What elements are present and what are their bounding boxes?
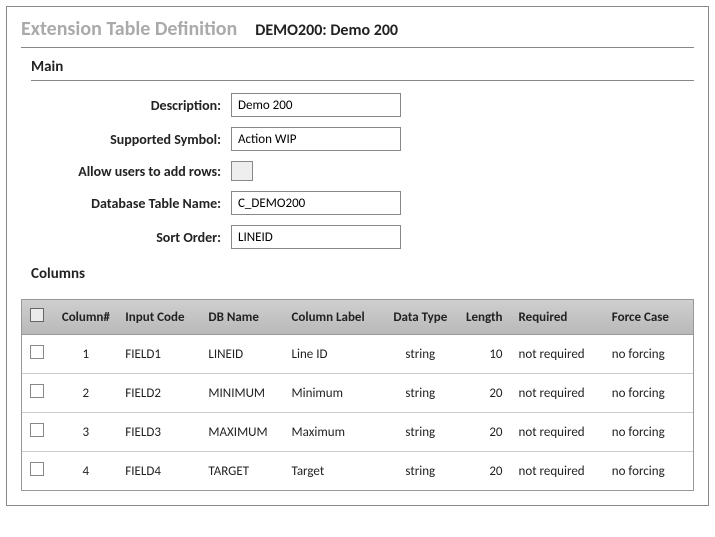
cell-required: not required [513, 335, 606, 374]
cell-column-label: Minimum [286, 374, 383, 413]
cell-length: 20 [458, 413, 513, 452]
col-header-input-code[interactable]: Input Code [119, 300, 202, 335]
page-title: Extension Table Definition [21, 17, 237, 41]
table-row[interactable]: 1FIELD1LINEIDLine IDstring10not required… [22, 335, 693, 374]
cell-db-name: MINIMUM [202, 374, 285, 413]
cell-data-type: string [383, 452, 458, 491]
cell-force-case: no forcing [606, 413, 693, 452]
cell-db-name: TARGET [202, 452, 285, 491]
supported-symbol-input[interactable] [231, 127, 401, 151]
supported-symbol-label: Supported Symbol: [31, 131, 231, 148]
row-checkbox[interactable] [30, 423, 44, 437]
cell-db-name: MAXIMUM [202, 413, 285, 452]
allow-add-rows-checkbox[interactable] [231, 161, 253, 181]
cell-force-case: no forcing [606, 452, 693, 491]
cell-force-case: no forcing [606, 374, 693, 413]
table-row[interactable]: 4FIELD4TARGETTargetstring20not requiredn… [22, 452, 693, 491]
col-header-column-num[interactable]: Column# [52, 300, 119, 335]
row-checkbox[interactable] [30, 345, 44, 359]
cell-input-code: FIELD3 [119, 413, 202, 452]
cell-column-num: 1 [52, 335, 119, 374]
cell-column-label: Maximum [286, 413, 383, 452]
col-header-column-label[interactable]: Column Label [286, 300, 383, 335]
sort-order-input[interactable] [231, 225, 401, 249]
main-form: Description: Supported Symbol: Allow use… [31, 93, 694, 249]
cell-data-type: string [383, 335, 458, 374]
cell-length: 20 [458, 452, 513, 491]
sort-order-label: Sort Order: [31, 229, 231, 246]
db-table-name-input[interactable] [231, 191, 401, 215]
cell-required: not required [513, 452, 606, 491]
cell-required: not required [513, 374, 606, 413]
cell-column-num: 4 [52, 452, 119, 491]
extension-table-definition-window: Extension Table Definition DEMO200: Demo… [6, 6, 709, 506]
cell-data-type: string [383, 374, 458, 413]
cell-input-code: FIELD1 [119, 335, 202, 374]
columns-section-heading: Columns [31, 265, 694, 287]
columns-header-row: Column# Input Code DB Name Column Label … [22, 300, 693, 335]
main-section-heading: Main [31, 58, 694, 81]
cell-column-label: Line ID [286, 335, 383, 374]
page-subtitle: DEMO200: Demo 200 [255, 21, 398, 40]
cell-db-name: LINEID [202, 335, 285, 374]
cell-force-case: no forcing [606, 335, 693, 374]
col-header-length[interactable]: Length [458, 300, 513, 335]
select-all-checkbox[interactable] [30, 308, 44, 322]
cell-data-type: string [383, 413, 458, 452]
cell-input-code: FIELD4 [119, 452, 202, 491]
col-header-db-name[interactable]: DB Name [202, 300, 285, 335]
allow-add-rows-label: Allow users to add rows: [31, 163, 231, 180]
col-header-data-type[interactable]: Data Type [383, 300, 458, 335]
cell-length: 20 [458, 374, 513, 413]
cell-input-code: FIELD2 [119, 374, 202, 413]
columns-table-wrap: Column# Input Code DB Name Column Label … [21, 299, 694, 491]
cell-column-num: 3 [52, 413, 119, 452]
cell-length: 10 [458, 335, 513, 374]
columns-table: Column# Input Code DB Name Column Label … [22, 300, 693, 490]
row-checkbox[interactable] [30, 384, 44, 398]
description-input[interactable] [231, 93, 401, 117]
cell-required: not required [513, 413, 606, 452]
cell-column-label: Target [286, 452, 383, 491]
table-row[interactable]: 2FIELD2MINIMUMMinimumstring20not require… [22, 374, 693, 413]
cell-column-num: 2 [52, 374, 119, 413]
db-table-name-label: Database Table Name: [31, 195, 231, 212]
table-row[interactable]: 3FIELD3MAXIMUMMaximumstring20not require… [22, 413, 693, 452]
col-header-required[interactable]: Required [513, 300, 606, 335]
row-checkbox[interactable] [30, 462, 44, 476]
header: Extension Table Definition DEMO200: Demo… [21, 17, 694, 48]
col-header-force-case[interactable]: Force Case [606, 300, 693, 335]
description-label: Description: [31, 97, 231, 114]
